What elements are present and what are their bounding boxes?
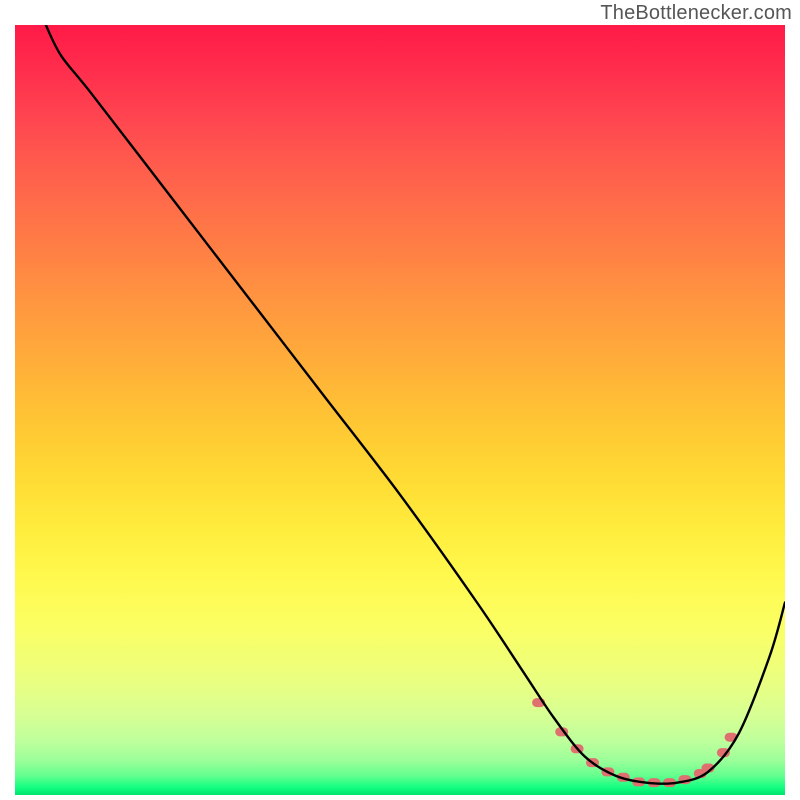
watermark-text: TheBottlenecker.com: [600, 2, 792, 25]
chart-frame: TheBottlenecker.com: [0, 0, 800, 800]
bottleneck-curve-line: [46, 25, 785, 784]
chart-svg: [15, 25, 785, 795]
